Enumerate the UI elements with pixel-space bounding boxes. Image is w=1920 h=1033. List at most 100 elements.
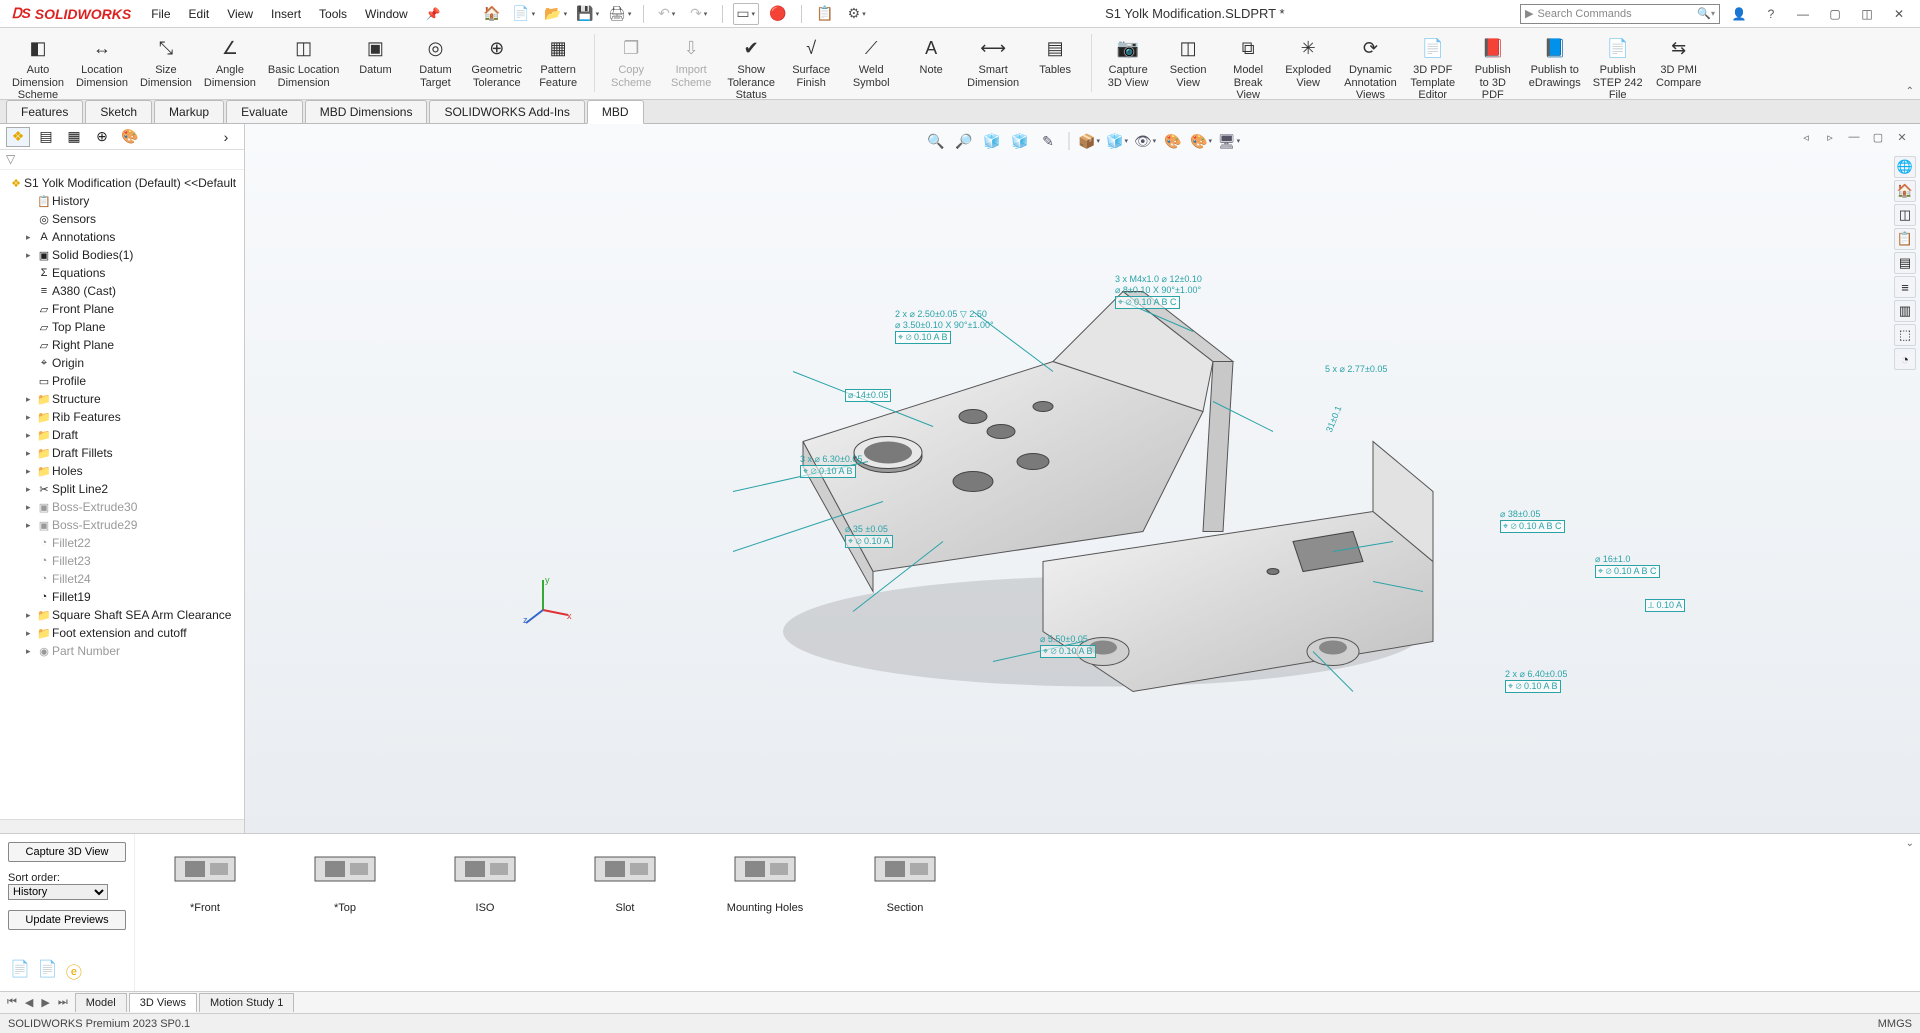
tree-node[interactable]: ▸📁Foot extension and cutoff (2, 624, 242, 642)
tree-node[interactable]: ▸📁Draft (2, 426, 242, 444)
close-button[interactable]: ✕ (1886, 3, 1912, 25)
tree-node[interactable]: ▸▣Boss-Extrude29 (2, 516, 242, 534)
update-previews-button[interactable]: Update Previews (8, 910, 126, 930)
tree-tab-config-icon[interactable]: ▦ (62, 127, 86, 147)
view-thumb-slot[interactable]: Slot (585, 844, 665, 981)
undo-icon[interactable]: ↶ (654, 3, 680, 25)
pdf-template-icon[interactable]: 📄 (38, 959, 58, 983)
vp-prev-icon[interactable]: ◃ (1796, 128, 1816, 146)
hud-button-4[interactable]: ✎ (1036, 130, 1060, 152)
tab-solidworks-add-ins[interactable]: SOLIDWORKS Add-Ins (429, 100, 584, 123)
view-thumb-top[interactable]: *Top (305, 844, 385, 981)
tree-node[interactable]: ▸📁Rib Features (2, 408, 242, 426)
taskpane-button-1[interactable]: 🏠 (1894, 180, 1916, 202)
tree-node[interactable]: ▸✂Split Line2 (2, 480, 242, 498)
tab-nav-prev-icon[interactable]: ◀ (22, 996, 36, 1009)
tree-tab-property-icon[interactable]: ▤ (34, 127, 58, 147)
tab-nav-last-icon[interactable]: ⏭ (55, 996, 71, 1009)
ribbon-smart-dim[interactable]: ⟷Smart Dimension (961, 32, 1025, 91)
user-account-icon[interactable]: 👤 (1726, 3, 1752, 25)
taskpane-button-3[interactable]: 📋 (1894, 228, 1916, 250)
taskpane-button-4[interactable]: ▤ (1894, 252, 1916, 274)
feature-tree[interactable]: ❖ S1 Yolk Modification (Default) <<Defau… (0, 170, 244, 819)
ribbon-pattern-feat[interactable]: ▦Pattern Feature (528, 32, 588, 91)
ribbon-3dpdf[interactable]: 📄3D PDF Template Editor (1403, 32, 1463, 104)
menu-pin-icon[interactable]: 📌 (418, 3, 449, 25)
minimize-button[interactable]: — (1790, 3, 1816, 25)
taskpane-button-0[interactable]: 🌐 (1894, 156, 1916, 178)
bottom-tab-3d-views[interactable]: 3D Views (129, 993, 197, 1012)
graphics-viewport[interactable]: 🔍🔎🧊🧊✎📦▾🧊▾👁▾🎨🎨▾🖥▾ ◃ ▹ — ▢ ✕ 🌐🏠◫📋▤≡▥⬚◔ (245, 124, 1920, 833)
orientation-triad[interactable]: y x z (523, 575, 573, 628)
ribbon-weld-symbol[interactable]: ⟋Weld Symbol (841, 32, 901, 91)
hud-button-7[interactable]: 🧊▾ (1105, 130, 1129, 152)
view-thumb-mountingholes[interactable]: Mounting Holes (725, 844, 805, 981)
tree-tab-dimxpert-icon[interactable]: ⊕ (90, 127, 114, 147)
tree-node[interactable]: ◎Sensors (2, 210, 242, 228)
print-icon[interactable]: 🖨 (607, 3, 633, 25)
tree-node[interactable]: ▸AAnnotations (2, 228, 242, 246)
tree-node[interactable]: ⌖Origin (2, 354, 242, 372)
ribbon-angle-dim[interactable]: ∠Angle Dimension (198, 32, 262, 91)
hud-button-14[interactable]: 🖥▾ (1217, 130, 1241, 152)
taskpane-button-6[interactable]: ▥ (1894, 300, 1916, 322)
ribbon-geom-tol[interactable]: ⊕Geometric Tolerance (465, 32, 528, 91)
annotation-callout[interactable]: 2 x ⌀ 2.50±0.05 ▽ 2.50 ⌀ 3.50±0.10 X 90°… (895, 309, 994, 344)
tree-node[interactable]: 📋History (2, 192, 242, 210)
tree-expand-icon[interactable]: › (214, 127, 238, 147)
menu-edit[interactable]: Edit (181, 3, 218, 25)
tree-node[interactable]: ▱Top Plane (2, 318, 242, 336)
tree-node[interactable]: ≡A380 (Cast) (2, 282, 242, 300)
pdf-icon[interactable]: 📄 (10, 959, 30, 983)
annotation-callout[interactable]: ⌀ 38±0.05 ⌖ ⌀ 0.10 A B C (1500, 509, 1565, 533)
options-list-icon[interactable]: 📋 (812, 3, 838, 25)
ribbon-model-break[interactable]: ⧉Model Break View (1218, 32, 1278, 104)
tree-node[interactable]: ◔Fillet22 (2, 534, 242, 552)
hud-button-9[interactable]: 👁▾ (1133, 130, 1157, 152)
ribbon-auto-dim[interactable]: ◧Auto Dimension Scheme (6, 32, 70, 104)
menu-tools[interactable]: Tools (311, 3, 355, 25)
tree-node[interactable]: ▸▣Boss-Extrude30 (2, 498, 242, 516)
tree-node[interactable]: ▱Right Plane (2, 336, 242, 354)
taskpane-button-8[interactable]: ◔ (1894, 348, 1916, 370)
view-thumb-front[interactable]: *Front (165, 844, 245, 981)
annotation-callout[interactable]: ⌀ 5.50±0.05 ⌖ ⌀ 0.10 A B (1040, 634, 1096, 658)
tree-node[interactable]: ▱Front Plane (2, 300, 242, 318)
annotation-callout[interactable]: ⌀ 35 ±0.05 ⌖ ⌀ 0.10 A (845, 524, 893, 548)
taskpane-button-2[interactable]: ◫ (1894, 204, 1916, 226)
tab-mbd[interactable]: MBD (587, 100, 644, 124)
ribbon-dyn-annot[interactable]: ⟳Dynamic Annotation Views (1338, 32, 1403, 104)
tree-node[interactable]: ▸📁Structure (2, 390, 242, 408)
vp-close-icon[interactable]: ✕ (1892, 128, 1912, 146)
annotation-callout[interactable]: 2 x ⌀ 6.40±0.05 ⌖ ⌀ 0.10 A B (1505, 669, 1567, 693)
ribbon-section-view[interactable]: ◫Section View (1158, 32, 1218, 91)
hud-button-2[interactable]: 🧊 (980, 130, 1004, 152)
tab-mbd-dimensions[interactable]: MBD Dimensions (305, 100, 428, 123)
views-panel-collapse-icon[interactable]: ⌄ (1906, 838, 1914, 849)
home-icon[interactable]: 🏠 (479, 3, 505, 25)
tree-node[interactable]: ▸📁Holes (2, 462, 242, 480)
tab-sketch[interactable]: Sketch (85, 100, 152, 123)
tree-root-node[interactable]: ❖ S1 Yolk Modification (Default) <<Defau… (2, 174, 242, 192)
annotation-callout[interactable]: 3 x ⌀ 6.30±0.05 ⌖ ⌀ 0.10 A B (800, 454, 862, 478)
ribbon-size-dim[interactable]: ⤡Size Dimension (134, 32, 198, 91)
ribbon-show-tol[interactable]: ✔Show Tolerance Status (721, 32, 781, 104)
vp-maximize-icon[interactable]: ▢ (1868, 128, 1888, 146)
annotation-callout[interactable]: ⌀ 16±1.0 ⌖ ⌀ 0.10 A B C (1595, 554, 1660, 578)
ribbon-capture-3d[interactable]: 📷Capture 3D View (1098, 32, 1158, 91)
ribbon-3dpmi[interactable]: ⇆3D PMI Compare (1649, 32, 1709, 91)
tree-node[interactable]: ▸◉Part Number (2, 642, 242, 660)
annotation-callout[interactable]: 3 x M4x1.0 ⌀ 12±0.10 ⌀ 8±0.10 X 90°±1.00… (1115, 274, 1202, 309)
ribbon-exploded-view[interactable]: ✳Exploded View (1278, 32, 1338, 91)
ribbon-pub-3dpdf[interactable]: 📕Publish to 3D PDF (1463, 32, 1523, 104)
vp-next-icon[interactable]: ▹ (1820, 128, 1840, 146)
tree-node[interactable]: ▭Profile (2, 372, 242, 390)
vp-minimize-icon[interactable]: — (1844, 128, 1864, 146)
settings-gear-icon[interactable]: ⚙ (844, 3, 870, 25)
tree-node[interactable]: ◔Fillet23 (2, 552, 242, 570)
sort-order-select[interactable]: History (8, 884, 108, 900)
tree-tab-appearance-icon[interactable]: 🎨 (118, 127, 142, 147)
view-thumb-iso[interactable]: ISO (445, 844, 525, 981)
tree-node[interactable]: ▸▣Solid Bodies(1) (2, 246, 242, 264)
new-doc-icon[interactable]: 📄 (511, 3, 537, 25)
